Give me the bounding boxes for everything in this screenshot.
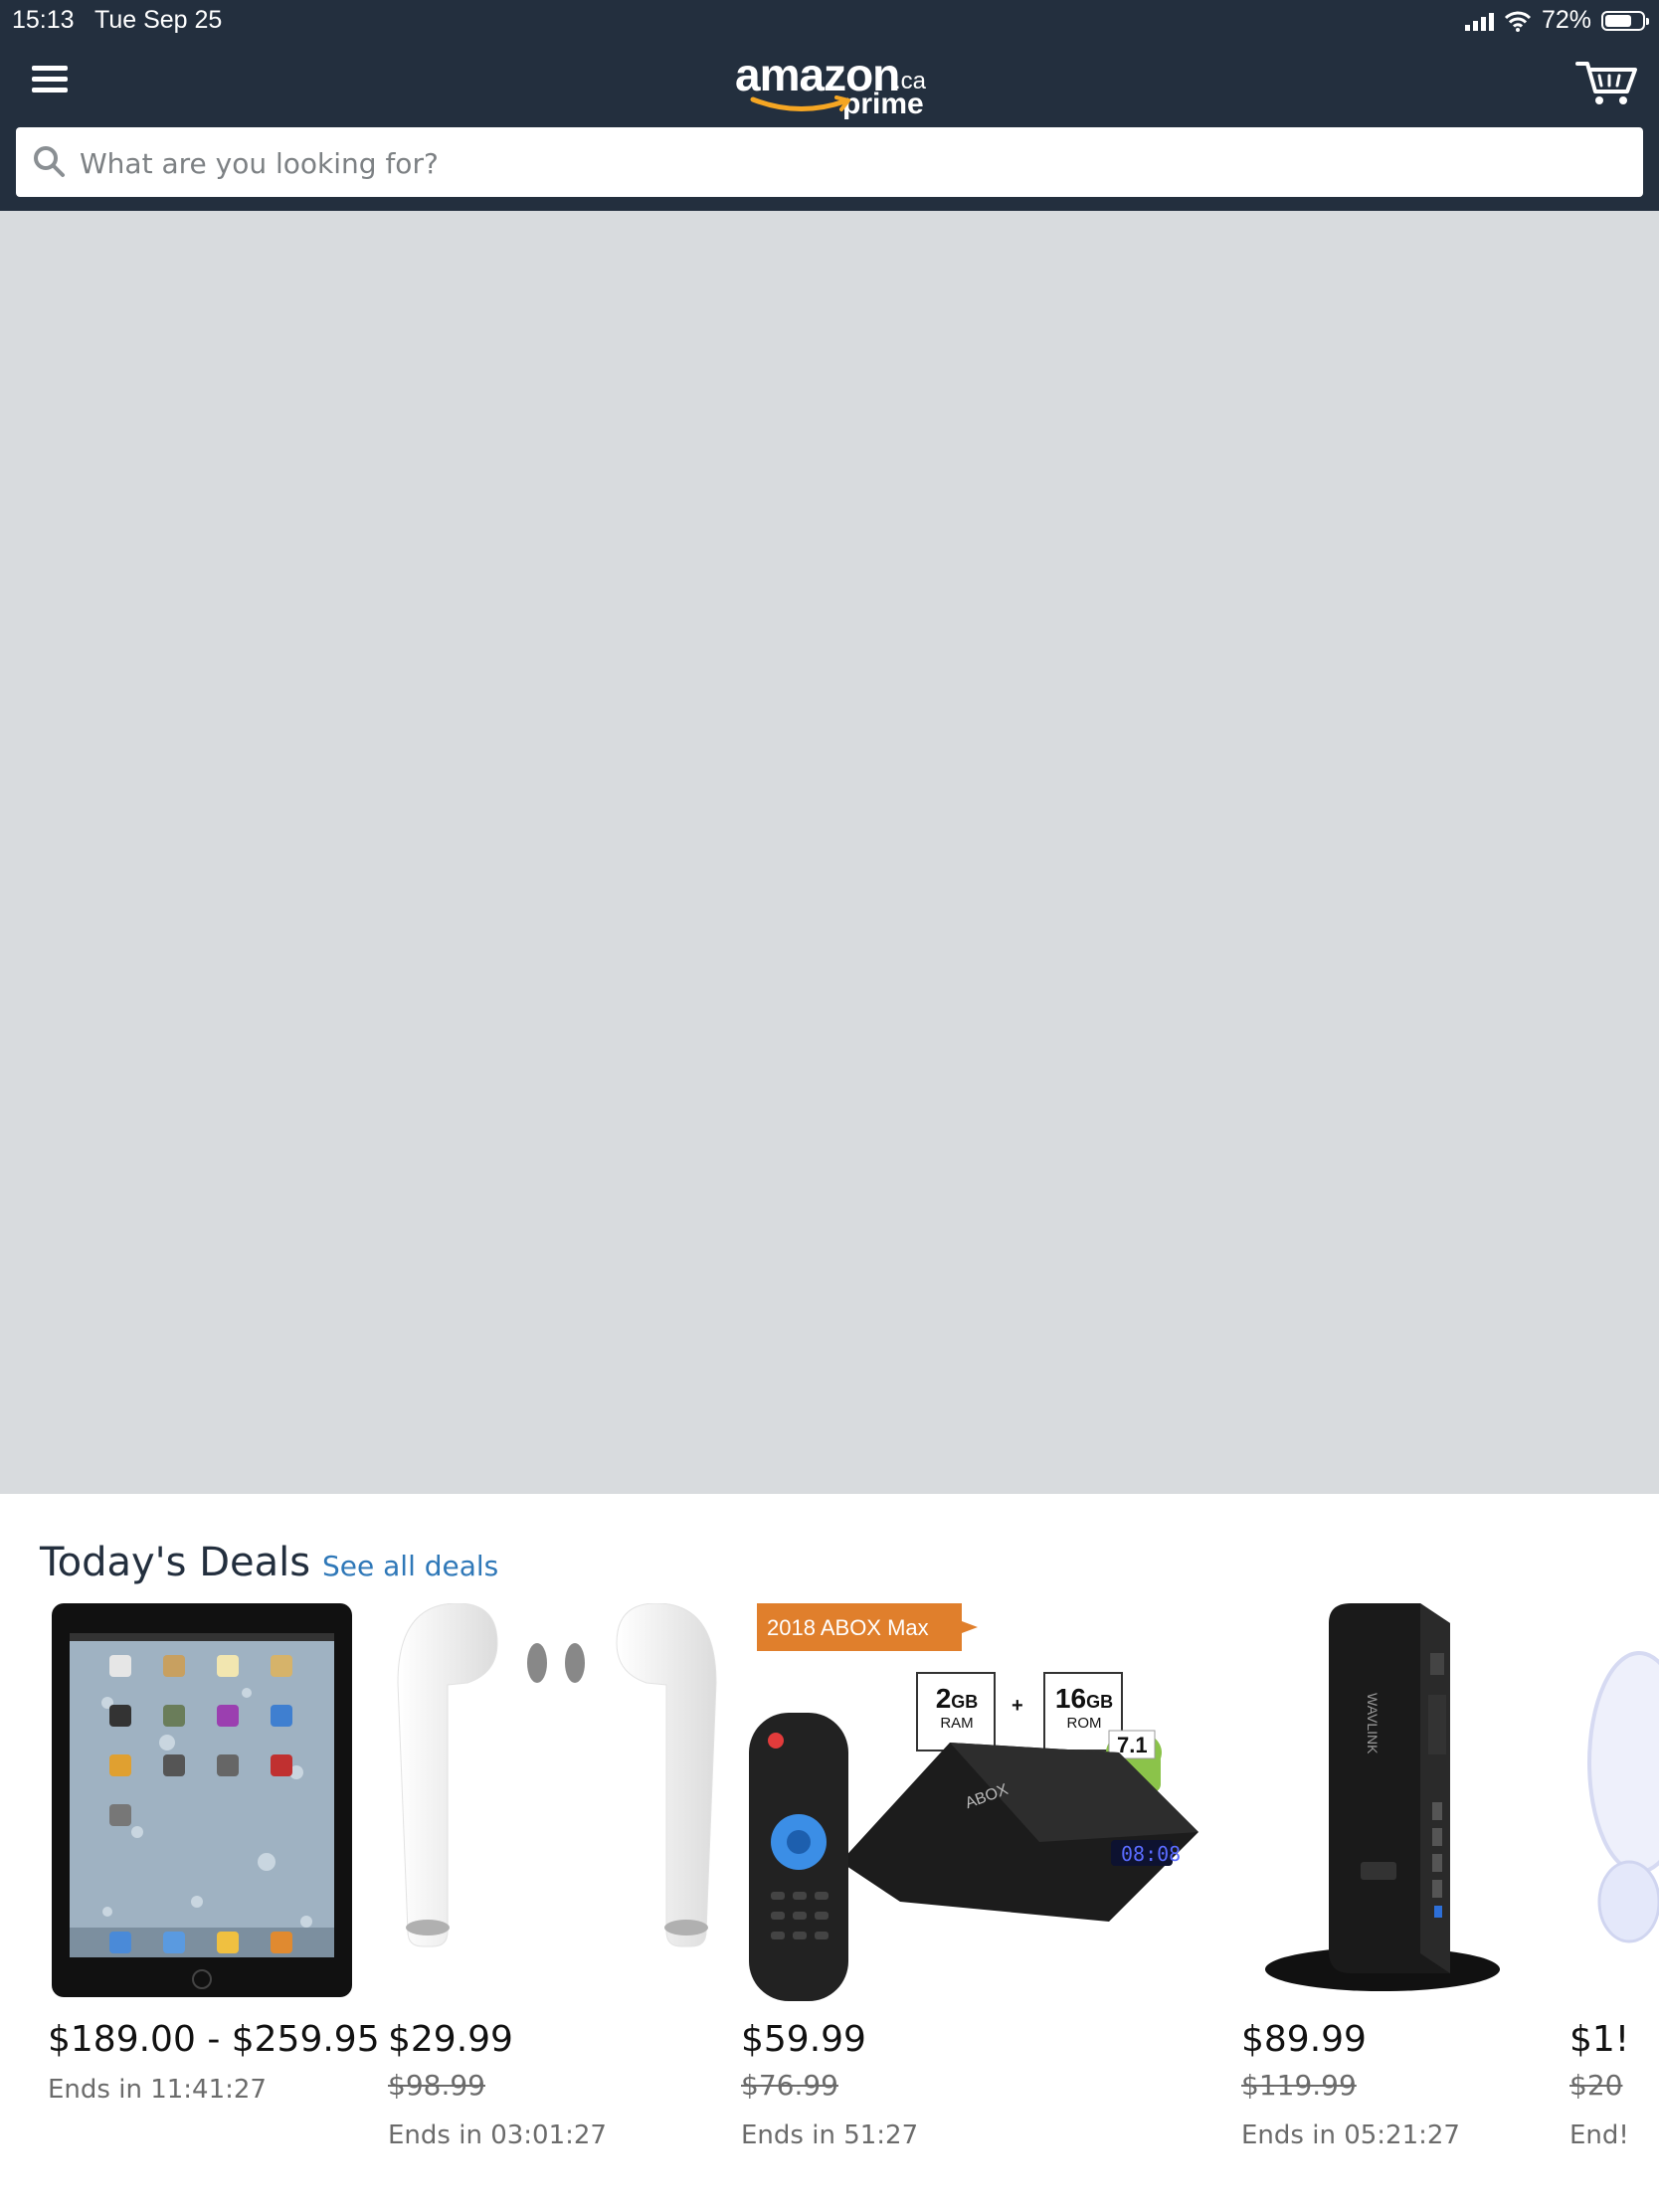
status-date: Tue Sep 25 <box>94 6 223 34</box>
deal-timer: Ends in 51:27 <box>741 2120 919 2150</box>
deal-timer: Ends in 05:21:27 <box>1241 2120 1460 2150</box>
status-indicators: 72% <box>1464 6 1649 35</box>
menu-icon <box>32 66 68 71</box>
spec-ram-label: RAM <box>940 1715 974 1732</box>
deal-price: $1! <box>1569 2019 1630 2060</box>
deal-price: $59.99 <box>741 2019 866 2060</box>
status-bar: 15:13 Tue Sep 25 72% <box>0 0 1659 40</box>
product-banner: 2018 ABOX Max <box>767 1615 929 1640</box>
cart-button[interactable] <box>1575 58 1639 107</box>
deal-price: $189.00 - $259.95 <box>48 2019 380 2060</box>
search-input[interactable] <box>78 137 1613 189</box>
deal-timer: End! <box>1569 2120 1629 2150</box>
dock-brand: WAVLINK <box>1365 1693 1381 1754</box>
logo-smile-icon <box>750 95 850 111</box>
deal-timer: Ends in 11:41:27 <box>48 2075 267 2105</box>
deal-original-price: $119.99 <box>1241 2069 1357 2102</box>
deals-title: Today's Deals <box>40 1540 311 1585</box>
spec-ram-box: 2GB RAM <box>917 1683 997 1732</box>
deal-timer: Ends in 03:01:27 <box>388 2120 607 2150</box>
amazon-prime-logo[interactable]: amazon .ca prime <box>731 46 930 125</box>
status-time: 15:13 <box>12 6 75 34</box>
app-header: amazon .ca prime <box>0 40 1659 211</box>
search-icon <box>34 146 65 177</box>
spec-ram-value: 2 <box>935 1683 952 1714</box>
android-version: 7.1 <box>1117 1733 1148 1757</box>
battery-icon <box>1601 10 1649 31</box>
box-display: 08:08 <box>1121 1842 1182 1866</box>
spec-rom-box: 16GB ROM <box>1044 1683 1124 1732</box>
cart-icon <box>1575 62 1637 104</box>
battery-fill <box>1605 14 1631 27</box>
search-bar[interactable] <box>16 127 1643 197</box>
deal-price: $29.99 <box>388 2019 513 2060</box>
deal-original-price: $20 <box>1569 2069 1623 2102</box>
deal-original-price: $76.99 <box>741 2069 838 2102</box>
deal-original-price: $98.99 <box>388 2069 485 2102</box>
menu-button[interactable] <box>30 62 70 97</box>
deal-partial-image <box>1587 1651 1659 1943</box>
hero-banner[interactable] <box>0 211 1659 1494</box>
see-all-deals-link[interactable]: See all deals <box>322 1550 498 1582</box>
deal-tablet-image <box>52 1603 352 1997</box>
spec-rom-label: ROM <box>1066 1715 1102 1732</box>
spec-plus: + <box>1012 1695 1023 1717</box>
deal-earbuds-image <box>397 1603 717 1947</box>
deal-docking-station-image <box>1265 1603 1500 1991</box>
wifi-icon <box>1504 11 1532 32</box>
battery-percent: 72% <box>1541 6 1591 34</box>
cellular-signal-icon <box>1464 11 1494 31</box>
spec-ram-unit: GB <box>951 1692 979 1712</box>
spec-rom-unit: GB <box>1086 1692 1114 1712</box>
deal-price: $89.99 <box>1241 2019 1367 2060</box>
deal-card[interactable]: $1! $20 End! <box>1569 1603 1659 2160</box>
spec-rom-value: 16 <box>1054 1683 1087 1714</box>
